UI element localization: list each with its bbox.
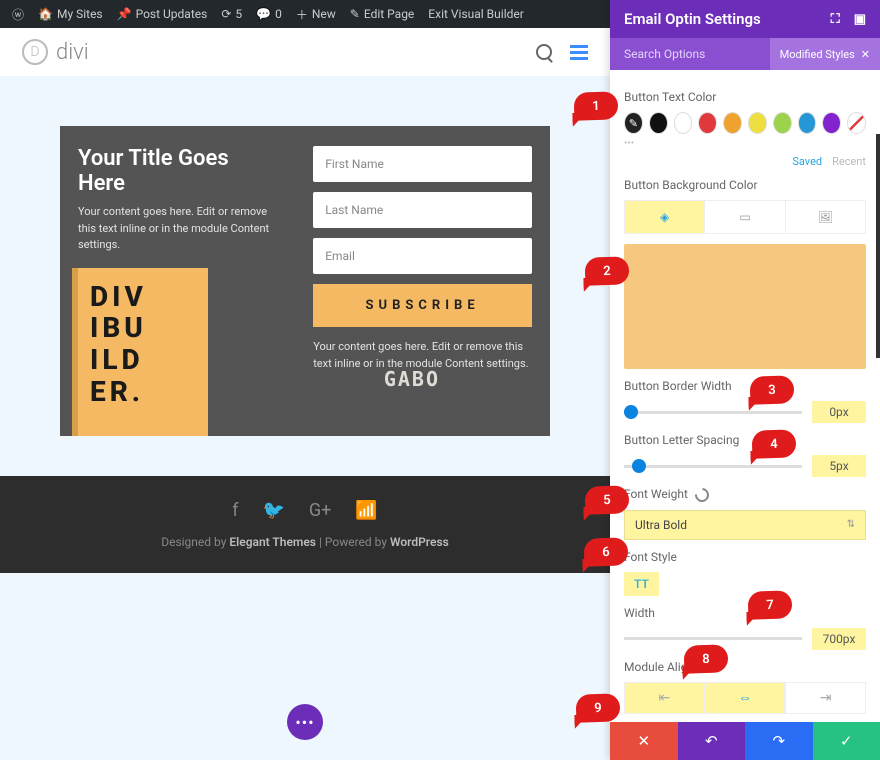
border-width-slider[interactable] — [624, 411, 802, 414]
twitter-icon[interactable]: 🐦 — [262, 500, 284, 521]
site-footer: f 🐦 G+ 📶 Designed by Elegant Themes | Po… — [0, 476, 610, 573]
swatch-black[interactable] — [649, 112, 668, 134]
swatch-blue[interactable] — [798, 112, 817, 134]
email-field[interactable]: Email — [313, 238, 532, 274]
refresh-count[interactable]: ⟳ 5 — [215, 0, 248, 28]
site-logo[interactable]: D divi — [22, 39, 89, 65]
align-right[interactable]: ⇥ — [785, 682, 866, 714]
module-subtitle: Your content goes here. Edit or remove t… — [78, 204, 277, 254]
panel-scrollbar[interactable] — [876, 134, 880, 358]
swatch-yellow[interactable] — [748, 112, 767, 134]
first-name-field[interactable]: First Name — [313, 146, 532, 182]
modified-styles-tab[interactable]: Modified Styles ✕ — [770, 38, 880, 70]
site-header: D divi — [0, 28, 610, 76]
swatch-green[interactable] — [773, 112, 792, 134]
search-icon[interactable] — [536, 44, 552, 60]
letter-spacing-value[interactable]: 5px — [812, 455, 866, 477]
letter-spacing-slider[interactable] — [624, 465, 802, 468]
letter-spacing-label: Button Letter Spacing — [624, 433, 866, 447]
new-content[interactable]: ＋ New — [290, 0, 342, 28]
align-left[interactable]: ⇤ — [624, 682, 705, 714]
align-center[interactable]: ⇔ — [705, 682, 786, 714]
close-icon[interactable]: ✕ — [861, 48, 870, 61]
footer-credits: Designed by Elegant Themes | Powered by … — [0, 535, 610, 549]
bg-color-preview[interactable] — [624, 244, 866, 369]
menu-icon[interactable] — [570, 45, 588, 60]
width-value[interactable]: 700px — [812, 628, 866, 650]
button-bg-label: Button Background Color — [624, 178, 866, 192]
rss-icon[interactable]: 📶 — [355, 500, 377, 521]
bg-type-tabs: ◈ ▭ 🖼 — [624, 200, 866, 234]
button-text-color-label: Button Text Color — [624, 90, 866, 104]
comments-count[interactable]: 💬 0 — [250, 0, 288, 28]
bg-color-tab[interactable]: ◈ — [625, 201, 705, 233]
font-style-label: Font Style — [624, 550, 866, 564]
last-name-field[interactable]: Last Name — [313, 192, 532, 228]
wp-logo[interactable]: ⓦ — [6, 0, 30, 28]
width-label: Width — [624, 606, 866, 620]
swatch-red[interactable] — [698, 112, 717, 134]
expand-icon[interactable]: ⛶ — [831, 12, 840, 27]
search-options[interactable]: Search Options — [624, 47, 770, 61]
recent-colors[interactable]: Recent — [832, 155, 866, 168]
builder-fab[interactable]: ••• — [287, 704, 323, 740]
reset-icon[interactable] — [692, 485, 712, 505]
subscribe-button[interactable]: SUBSCRIBE — [313, 284, 532, 327]
page-preview: D divi Your Title Goes Here Your content… — [0, 28, 610, 760]
border-width-value[interactable]: 0px — [812, 401, 866, 423]
edit-page[interactable]: ✎ Edit Page — [344, 0, 421, 28]
book-image: DIVIBUILDER. — [78, 268, 208, 437]
more-swatches[interactable]: ••• — [624, 138, 866, 149]
border-width-label: Button Border Width — [624, 379, 866, 393]
settings-panel: Email Optin Settings ⛶ ▣ Search Options … — [610, 0, 880, 760]
email-optin-module[interactable]: Your Title Goes Here Your content goes h… — [60, 126, 550, 436]
exit-visual-builder[interactable]: Exit Visual Builder — [422, 0, 530, 28]
module-title: Your Title Goes Here — [78, 146, 277, 196]
my-sites[interactable]: 🏠 My Sites — [32, 0, 109, 28]
chevron-icon: ⇅ — [847, 519, 855, 530]
color-swatches: ✎ — [624, 112, 866, 134]
google-plus-icon[interactable]: G+ — [309, 500, 331, 521]
save-button[interactable]: ✓ — [813, 722, 880, 760]
saved-colors[interactable]: Saved — [792, 155, 822, 168]
panel-title: Email Optin Settings — [624, 10, 761, 28]
undo-button[interactable]: ↶ — [678, 722, 746, 760]
width-slider[interactable] — [624, 637, 802, 640]
font-style-uppercase[interactable]: TT — [624, 572, 659, 596]
watermark: GABO — [384, 367, 440, 391]
bg-image-tab[interactable]: 🖼 — [786, 201, 865, 233]
swatch-none[interactable] — [847, 112, 866, 134]
bg-gradient-tab[interactable]: ▭ — [705, 201, 785, 233]
swatch-white[interactable] — [674, 112, 693, 134]
cancel-button[interactable]: ✕ — [610, 722, 678, 760]
font-weight-label: Font Weight — [624, 487, 866, 502]
dock-icon[interactable]: ▣ — [854, 12, 866, 27]
module-alignment-label: Module Alignment — [624, 660, 866, 674]
facebook-icon[interactable]: f — [232, 500, 238, 521]
logo-icon: D — [22, 39, 48, 65]
post-updates[interactable]: 📌 Post Updates — [111, 0, 214, 28]
redo-button[interactable]: ↷ — [745, 722, 813, 760]
swatch-orange[interactable] — [723, 112, 742, 134]
swatch-purple[interactable] — [822, 112, 841, 134]
panel-footer: ✕ ↶ ↷ ✓ — [610, 722, 880, 760]
font-weight-select[interactable]: Ultra Bold⇅ — [624, 510, 866, 540]
color-picker-swatch[interactable]: ✎ — [624, 112, 643, 134]
